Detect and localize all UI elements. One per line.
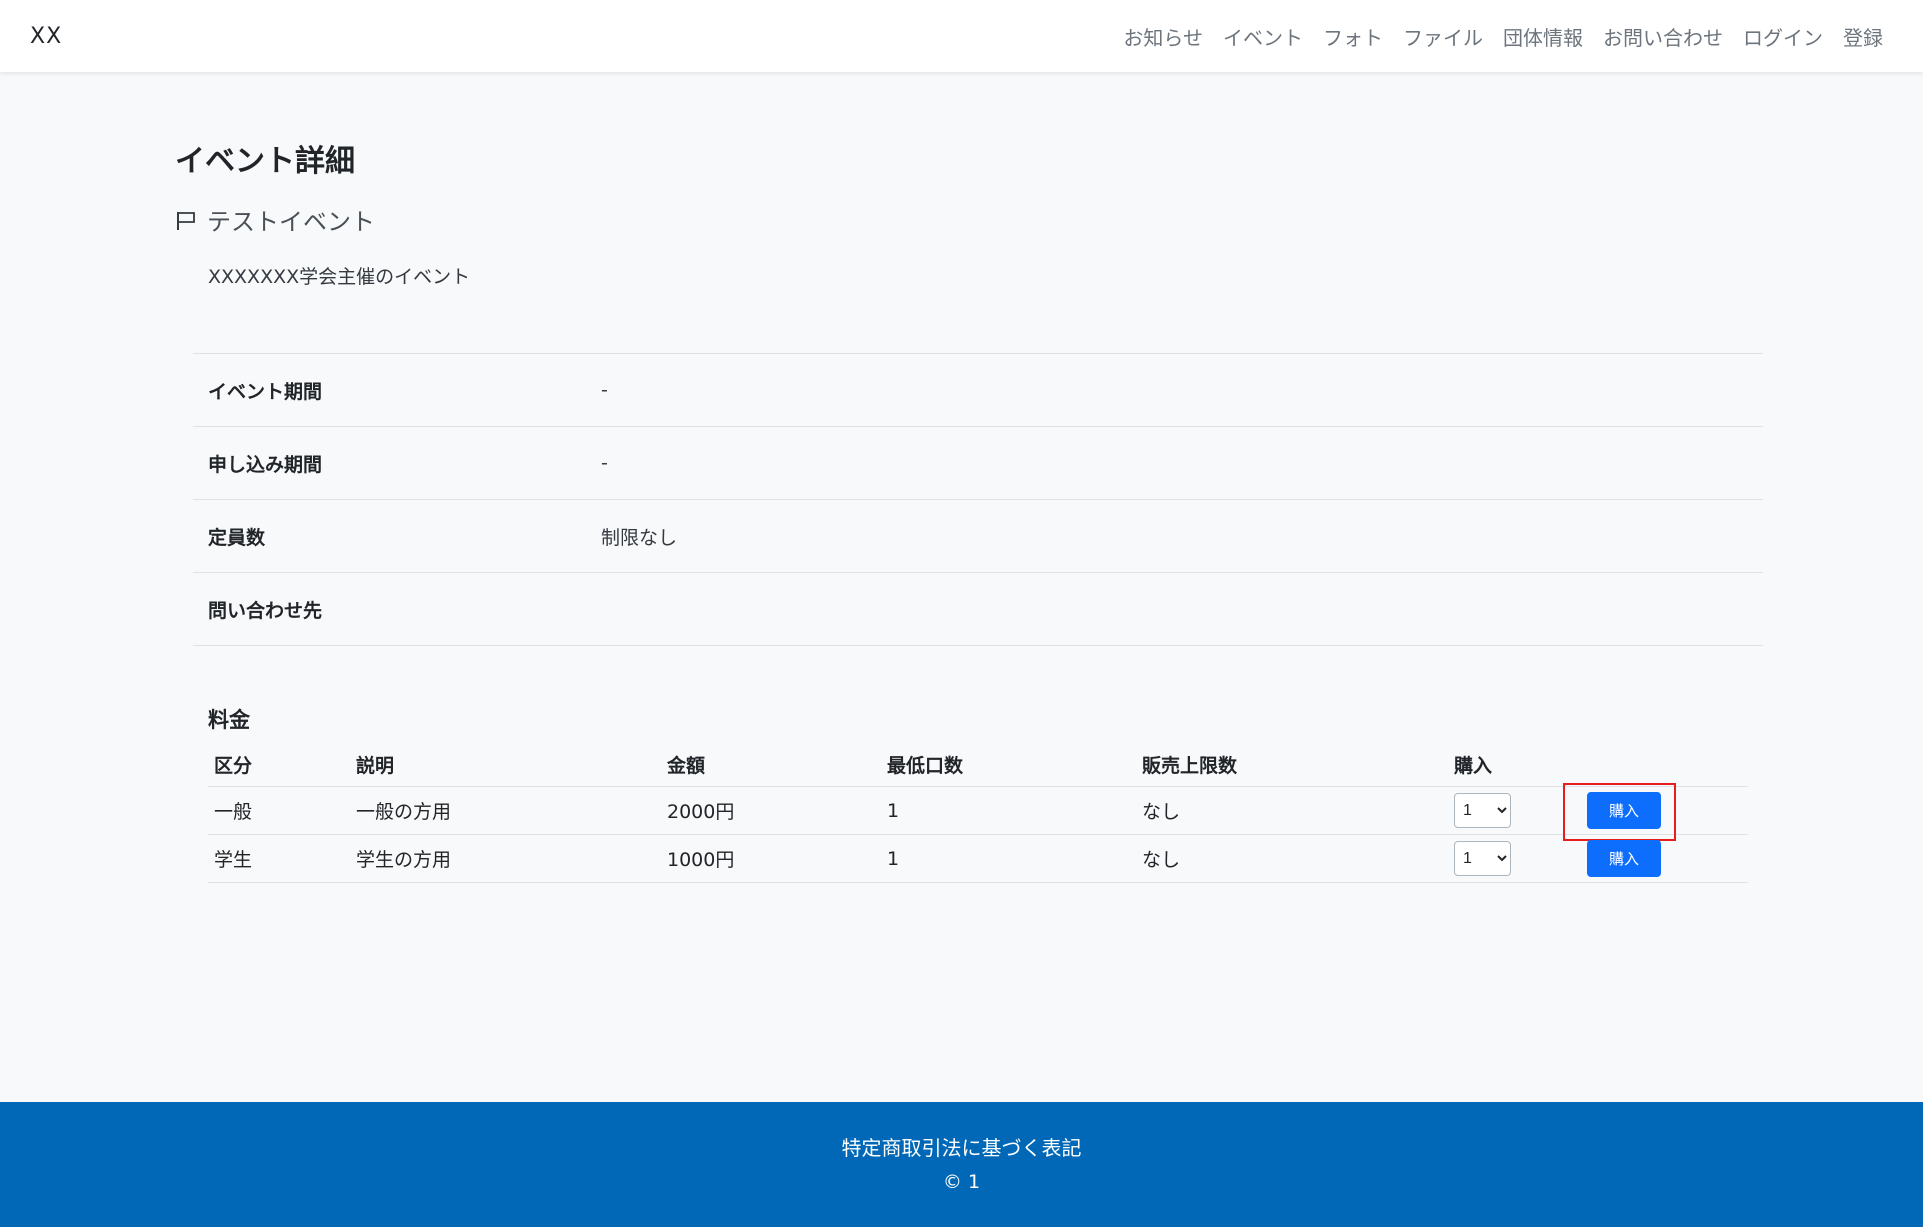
info-row-application-period: 申し込み期間 -: [193, 427, 1763, 500]
pricing-title: 料金: [208, 708, 250, 732]
cell-buy: 購入: [1581, 840, 1748, 877]
event-name: テストイベント: [207, 208, 375, 236]
nav-links: お知らせ イベント フォト ファイル 団体情報 お問い合わせ ログイン 登録: [1123, 22, 1893, 51]
footer-legal-link[interactable]: 特定商取引法に基づく表記: [0, 1132, 1923, 1161]
header-category: 区分: [214, 754, 253, 777]
buy-button[interactable]: 購入: [1587, 840, 1661, 877]
quantity-select[interactable]: 1: [1454, 841, 1511, 876]
info-label: イベント期間: [208, 380, 323, 403]
nav-link-photos[interactable]: フォト: [1323, 22, 1383, 51]
footer-copyright: © 1: [942, 1171, 981, 1193]
cell-min-units: 1: [887, 847, 900, 870]
nav-link-events[interactable]: イベント: [1223, 22, 1303, 51]
page-title: イベント詳細: [175, 144, 355, 179]
info-value: 制限なし: [601, 526, 678, 549]
header-description: 説明: [356, 754, 395, 777]
info-row-event-period: イベント期間 -: [193, 354, 1763, 427]
info-value: -: [601, 379, 608, 401]
nav-link-files[interactable]: ファイル: [1403, 22, 1483, 51]
header-amount: 金額: [667, 754, 706, 777]
buy-button[interactable]: 購入: [1587, 792, 1661, 829]
header-sales-limit: 販売上限数: [1142, 754, 1238, 777]
nav-link-register[interactable]: 登録: [1843, 22, 1883, 51]
nav-link-contact[interactable]: お問い合わせ: [1603, 22, 1723, 51]
navbar: XX お知らせ イベント フォト ファイル 団体情報 お問い合わせ ログイン 登…: [0, 0, 1923, 72]
cell-min-units: 1: [887, 799, 900, 822]
cell-quantity: 1: [1448, 793, 1581, 828]
cell-sales-limit: なし: [1142, 801, 1181, 823]
header-min-units: 最低口数: [887, 754, 964, 777]
cell-sales-limit: なし: [1142, 849, 1181, 871]
pricing-table: 区分 説明 金額 最低口数 販売上限数 購入 一般 一般の方用 2000円 1 …: [208, 742, 1748, 883]
quantity-select[interactable]: 1: [1454, 793, 1511, 828]
cell-buy: 購入: [1563, 783, 1748, 841]
footer: 特定商取引法に基づく表記 © 1: [0, 1102, 1923, 1227]
info-label: 定員数: [208, 526, 266, 549]
flag-icon: [175, 208, 197, 232]
nav-link-organization[interactable]: 団体情報: [1503, 22, 1583, 51]
nav-link-login[interactable]: ログイン: [1743, 22, 1823, 51]
info-row-capacity: 定員数 制限なし: [193, 500, 1763, 573]
info-row-contact: 問い合わせ先: [193, 573, 1763, 646]
cell-category: 学生: [214, 849, 253, 871]
event-header: テストイベント: [175, 202, 375, 237]
brand-logo[interactable]: XX: [30, 24, 62, 49]
table-row: 学生 学生の方用 1000円 1 なし 1 購入: [208, 835, 1748, 883]
cell-amount: 1000円: [667, 849, 735, 871]
cell-quantity: 1: [1448, 841, 1581, 876]
cell-description: 学生の方用: [356, 849, 452, 871]
cell-amount: 2000円: [667, 801, 735, 823]
cell-description: 一般の方用: [356, 801, 452, 823]
header-purchase: 購入: [1454, 754, 1493, 777]
info-label: 問い合わせ先: [208, 599, 323, 622]
table-row: 一般 一般の方用 2000円 1 なし 1 購入: [208, 783, 1748, 841]
pricing-table-header: 区分 説明 金額 最低口数 販売上限数 購入: [208, 742, 1748, 787]
info-label: 申し込み期間: [208, 453, 323, 476]
main-content: イベント詳細 テストイベント XXXXXXX学会主催のイベント イベント期間 -…: [0, 72, 1923, 1102]
cell-category: 一般: [214, 801, 253, 823]
nav-link-news[interactable]: お知らせ: [1123, 22, 1203, 51]
event-description: XXXXXXX学会主催のイベント: [208, 266, 471, 288]
info-value: -: [601, 452, 608, 474]
event-info-table: イベント期間 - 申し込み期間 - 定員数 制限なし 問い合わせ先: [193, 353, 1763, 646]
